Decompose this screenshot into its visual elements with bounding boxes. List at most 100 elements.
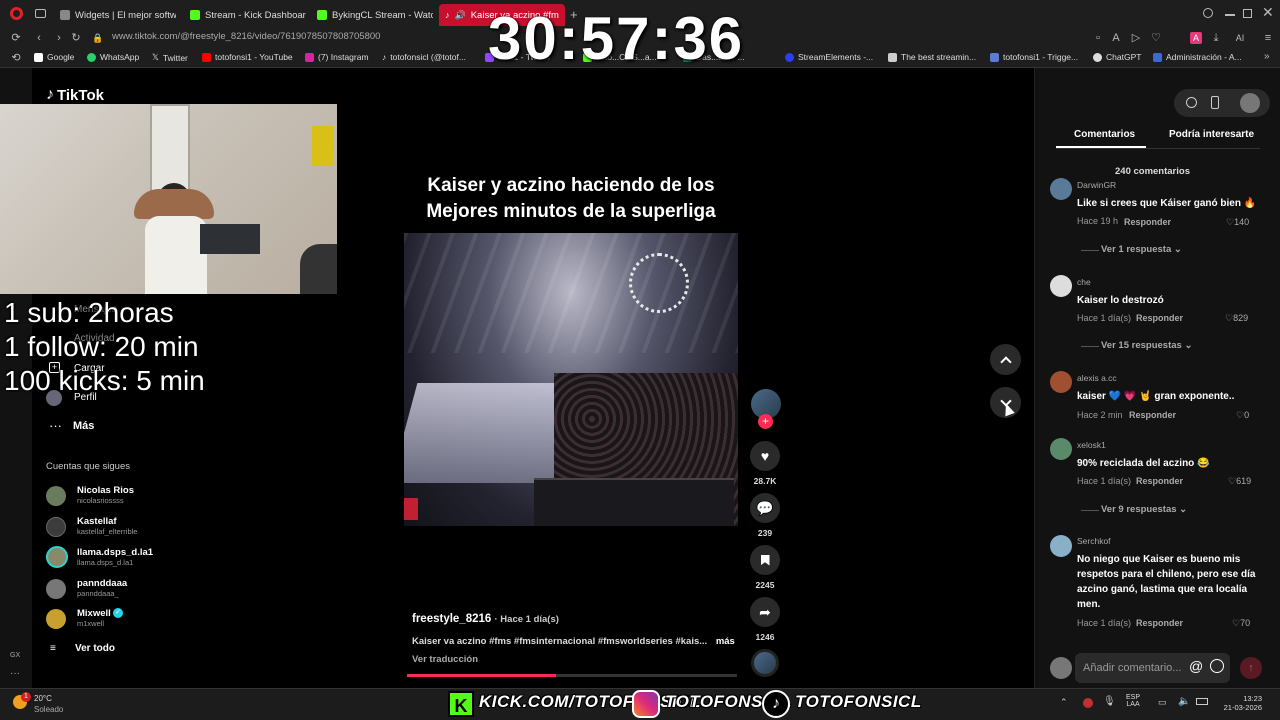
view-replies-button[interactable]: Ver 15 respuestas ⌄ <box>1101 340 1192 351</box>
nav-more[interactable]: Más <box>73 420 94 432</box>
follow-plus-button[interactable]: + <box>758 414 773 429</box>
download-icon[interactable]: ⤓ <box>1210 32 1222 44</box>
ai-icon[interactable]: AI <box>1232 32 1248 44</box>
previous-video-button[interactable] <box>990 344 1021 375</box>
following-item-pannddaaa[interactable]: pannddaaa pannddaaa_ <box>46 577 176 605</box>
see-all-link[interactable]: Ver todo <box>75 643 115 654</box>
reload-button[interactable]: ↻ <box>70 32 82 44</box>
bookmark-instagram[interactable]: (7) Instagram <box>305 52 369 62</box>
reply-button[interactable]: Responder <box>1136 618 1183 628</box>
avatar[interactable] <box>1050 275 1072 297</box>
bookmark-twitter[interactable]: 𝕏 Twitter <box>152 52 188 63</box>
back-button[interactable]: ‹ <box>33 32 45 44</box>
share-button[interactable]: ➦ <box>750 597 780 627</box>
bookmark-trigger[interactable]: totofonsi1 - Trigge... <box>990 52 1078 62</box>
following-item-nicolas-rios[interactable]: Nicolas Rios nicolasriossss <box>46 484 176 512</box>
following-item-llama[interactable]: llama.dsps_d.la1 llama.dsps_d.la1 <box>46 546 176 574</box>
comment-username[interactable]: che <box>1077 277 1091 287</box>
url-field[interactable]: www.tiktok.com/@freestyle_8216/video/761… <box>112 31 380 42</box>
video-player[interactable] <box>404 233 738 526</box>
following-item-mixwell[interactable]: Mixwell ✓ m1xwell <box>46 607 176 635</box>
history-icon[interactable]: ⟲ <box>10 52 22 64</box>
phone-icon[interactable] <box>1211 96 1219 109</box>
comment-username[interactable]: Serchkof <box>1077 536 1111 546</box>
translate-link[interactable]: Ver traducción <box>412 654 478 665</box>
sound-disc-avatar[interactable] <box>751 649 779 677</box>
heart-icon[interactable]: ♡ <box>1150 32 1162 44</box>
comment-username[interactable]: xelosk1 <box>1077 440 1106 450</box>
bookmark-tiktok[interactable]: ♪ totofonsicl (@totof... <box>382 52 466 62</box>
reply-button[interactable]: Responder <box>1129 410 1176 420</box>
profile-avatar-icon[interactable]: A <box>1190 32 1202 44</box>
language-indicator[interactable]: ESP LAA <box>1126 694 1140 708</box>
tab-comments[interactable]: Comentarios <box>1074 129 1135 140</box>
avatar[interactable] <box>1050 438 1072 460</box>
view-replies-button[interactable]: Ver 1 respuesta ⌄ <box>1101 244 1182 255</box>
bookmark-streaming[interactable]: The best streamin... <box>888 52 976 62</box>
menu-icon[interactable]: ≡ <box>1262 32 1274 44</box>
tab-widgets[interactable]: Widgets | El mejor software <box>54 4 176 26</box>
speaker-icon[interactable]: 🔊 <box>455 10 466 21</box>
translate-icon[interactable]: A <box>1110 32 1122 44</box>
reply-button[interactable]: Responder <box>1136 476 1183 486</box>
comment-like[interactable]: ♡140 <box>1226 217 1249 228</box>
comment-like[interactable]: ♡0 <box>1236 410 1249 421</box>
tab-overview-icon[interactable] <box>35 9 46 18</box>
close-window-button[interactable]: ✕ <box>1262 4 1274 21</box>
comment-like[interactable]: ♡619 <box>1228 476 1251 487</box>
minimize-button[interactable] <box>1225 14 1235 16</box>
like-button[interactable]: ♥ <box>750 441 780 471</box>
tray-app-icon[interactable] <box>1083 698 1093 708</box>
clock[interactable]: 13:23 21-03-2026 <box>1222 694 1262 712</box>
battery-icon[interactable] <box>1196 698 1208 705</box>
comment-username[interactable]: alexis a.cc <box>1077 373 1117 383</box>
tab-bykingcl-stream[interactable]: BykingCL Stream - Watch <box>311 4 433 26</box>
avatar[interactable] <box>1050 178 1072 200</box>
network-icon[interactable]: ▭ <box>1158 697 1167 708</box>
bookmark-google[interactable]: Google <box>34 52 74 62</box>
comment-input[interactable]: Añadir comentario... @ <box>1075 653 1230 683</box>
play-icon[interactable]: ▷ <box>1130 32 1142 44</box>
gx-label[interactable]: GX <box>10 652 20 659</box>
comment-like[interactable]: ♡70 <box>1232 618 1250 629</box>
bookmark-admin[interactable]: Administración - A... <box>1153 52 1242 62</box>
bookmark-streamelements[interactable]: StreamElements -... <box>785 52 873 62</box>
video-progress-track[interactable] <box>407 674 737 677</box>
bookmark-youtube[interactable]: totofonsi1 - YouTube <box>202 52 293 62</box>
view-replies-button[interactable]: Ver 9 respuestas ⌄ <box>1101 504 1187 515</box>
reply-button[interactable]: Responder <box>1136 313 1183 323</box>
emoji-icon[interactable] <box>1210 659 1224 673</box>
mention-icon[interactable]: @ <box>1189 658 1203 674</box>
more-bookmarks-icon[interactable]: » <box>1264 51 1270 62</box>
save-button[interactable] <box>750 545 780 575</box>
avatar[interactable] <box>1050 371 1072 393</box>
avatar[interactable] <box>1050 535 1072 557</box>
comment-button[interactable]: 💬 <box>750 493 780 523</box>
mic-icon[interactable]: 🎙 <box>1103 696 1116 707</box>
clock-time: 13:23 <box>1243 694 1262 703</box>
bookmark-whatsapp[interactable]: WhatsApp <box>87 52 139 62</box>
compass-icon[interactable] <box>1186 97 1197 108</box>
opera-logo-icon[interactable] <box>10 7 23 20</box>
tiktok-logo[interactable]: ♪ TikTok <box>46 86 104 104</box>
sync-icon[interactable]: ⟳ <box>10 32 22 44</box>
forward-button[interactable]: › <box>53 32 65 44</box>
video-more-link[interactable]: más <box>716 636 735 647</box>
video-author[interactable]: freestyle_8216 · Hace 1 día(s) <box>412 613 559 625</box>
comment-like[interactable]: ♡829 <box>1225 313 1248 324</box>
maximize-button[interactable] <box>1243 9 1252 18</box>
sidebar-more-icon[interactable]: ··· <box>10 668 20 679</box>
camera-icon[interactable]: ▫ <box>1092 32 1104 44</box>
video-author-name[interactable]: freestyle_8216 <box>412 613 491 625</box>
send-comment-button[interactable]: ↑ <box>1240 657 1262 679</box>
bookmark-chatgpt[interactable]: ChatGPT <box>1093 52 1141 62</box>
volume-icon[interactable]: 🔈 <box>1178 696 1190 707</box>
user-avatar[interactable] <box>1240 93 1260 113</box>
tray-chevron-icon[interactable]: ⌃ <box>1060 697 1068 708</box>
comment-username[interactable]: DarwinGR <box>1077 180 1116 190</box>
tab-interest[interactable]: Podría interesarte <box>1169 129 1254 140</box>
reply-button[interactable]: Responder <box>1124 217 1171 227</box>
tab-kick-dashboard[interactable]: Stream - Kick Dashboard <box>184 4 306 26</box>
search-tabs-icon[interactable] <box>1203 8 1213 18</box>
following-item-kastellaf[interactable]: Kastellaf kastellaf_elterrible <box>46 515 176 543</box>
